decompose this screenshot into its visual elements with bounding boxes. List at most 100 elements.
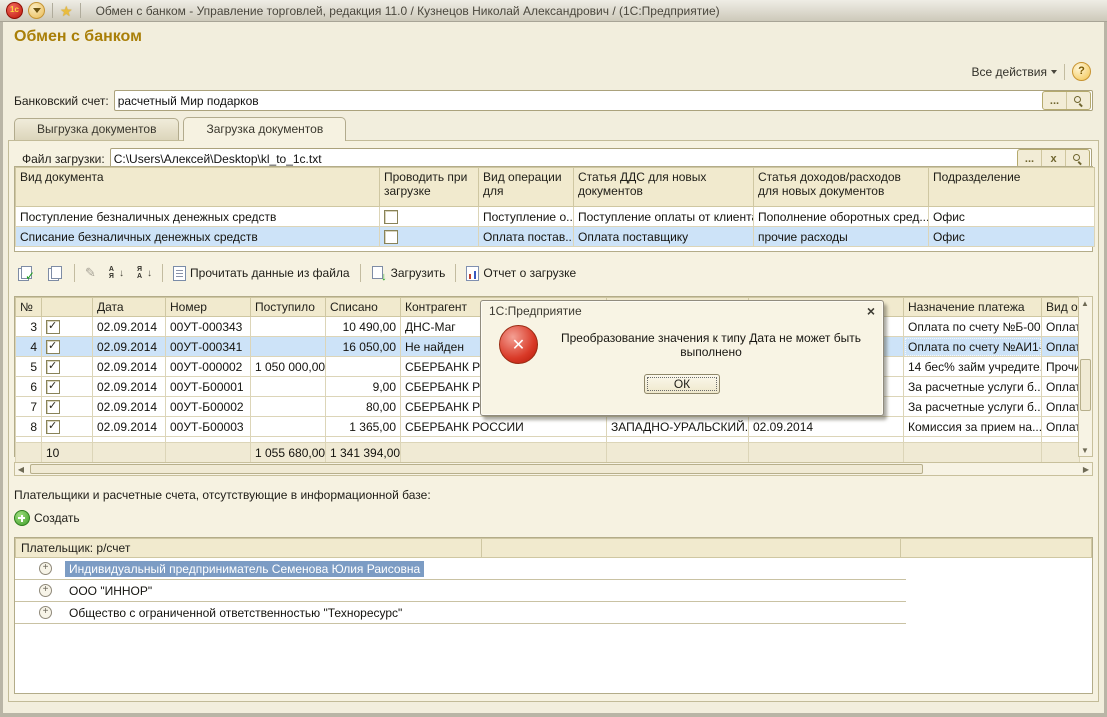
create-button[interactable]: Создать	[14, 510, 80, 526]
totals-cell[interactable]	[749, 443, 904, 463]
checkbox-cell[interactable]	[42, 357, 93, 377]
payment-purpose-cell[interactable]: За расчетные услуги б...	[904, 377, 1042, 397]
date-cell[interactable]: 02.09.2014	[93, 377, 166, 397]
checkbox-cell[interactable]	[42, 397, 93, 417]
operation-kind-cell[interactable]: Оплат	[1042, 337, 1080, 357]
check-all-button[interactable]	[14, 263, 37, 283]
totals-cell[interactable]	[16, 443, 42, 463]
number-cell[interactable]: 00УТ-000341	[166, 337, 251, 357]
load-report-button[interactable]: Отчет о загрузке	[463, 264, 579, 283]
totals-cell[interactable]	[401, 443, 607, 463]
payment-purpose-cell[interactable]: 14 бес% займ учредите...	[904, 357, 1042, 377]
written-off-cell[interactable]	[326, 357, 401, 377]
payer-row[interactable]: Индивидуальный предприниматель Семенова …	[15, 558, 906, 580]
payer-row[interactable]: Общество с ограниченной ответственностью…	[15, 602, 906, 624]
counterparty-bank-cell[interactable]: ЗАПАДНО-УРАЛЬСКИЙ...	[607, 417, 749, 437]
window-titlebar[interactable]: 1с ★ Обмен с банком - Управление торговл…	[0, 0, 1107, 22]
payer-name[interactable]: ООО "ИННОР"	[65, 583, 156, 599]
totals-cell[interactable]	[904, 443, 1042, 463]
bank-account-input[interactable]	[115, 93, 1042, 109]
payers-column-header[interactable]	[901, 538, 1092, 558]
number-cell[interactable]: 00УТ-Б00001	[166, 377, 251, 397]
sort-ascending-button[interactable]: АЯ↓	[106, 264, 127, 282]
column-header[interactable]: Списано	[326, 298, 401, 317]
operation-kind-cell[interactable]: Оплат	[1042, 377, 1080, 397]
payer-name[interactable]: Индивидуальный предприниматель Семенова …	[65, 561, 424, 577]
all-actions-button[interactable]: Все действия	[972, 65, 1057, 79]
row-checkbox[interactable]	[384, 210, 398, 224]
edit-button[interactable]: ✎	[82, 263, 99, 283]
operation-kind-cell[interactable]: Оплат	[1042, 417, 1080, 437]
operation-kind-cell[interactable]: Оплат	[1042, 317, 1080, 337]
main-menu-button[interactable]	[28, 2, 45, 19]
row-number-cell[interactable]: 8	[16, 417, 42, 437]
dds-item-cell[interactable]: Поступление оплаты от клиента	[574, 207, 754, 227]
horizontal-scrollbar[interactable]: ◀ ▶	[14, 462, 1093, 476]
column-header[interactable]: Вид операции для	[479, 168, 574, 207]
row-number-cell[interactable]: 6	[16, 377, 42, 397]
dialog-titlebar[interactable]: 1С:Предприятие ×	[481, 301, 883, 319]
load-file-input[interactable]	[111, 151, 1017, 167]
column-header[interactable]: №	[16, 298, 42, 317]
uncheck-all-button[interactable]	[44, 263, 67, 283]
operation-kind-cell[interactable]: Прочи	[1042, 357, 1080, 377]
tab-import-documents[interactable]: Загрузка документов	[183, 117, 346, 141]
payers-column-header[interactable]	[482, 538, 901, 558]
vertical-scrollbar[interactable]: ▲ ▼	[1078, 296, 1093, 457]
checkbox-cell[interactable]	[42, 377, 93, 397]
department-cell[interactable]: Офис	[929, 207, 1095, 227]
row-checkbox[interactable]	[384, 230, 398, 244]
written-off-cell[interactable]: 9,00	[326, 377, 401, 397]
column-header[interactable]: Поступило	[251, 298, 326, 317]
payer-row[interactable]: ООО "ИННОР"	[15, 580, 906, 602]
date-cell[interactable]: 02.09.2014	[93, 317, 166, 337]
totals-cell[interactable]	[166, 443, 251, 463]
dialog-close-icon[interactable]: ×	[867, 305, 875, 317]
row-checkbox[interactable]	[46, 400, 60, 414]
load-button[interactable]: Загрузить	[368, 264, 449, 283]
date-cell[interactable]: 02.09.2014	[93, 337, 166, 357]
number-cell[interactable]: 00УТ-Б00003	[166, 417, 251, 437]
load-file-browse-button[interactable]: ...	[1018, 150, 1041, 167]
payment-purpose-cell[interactable]: Оплата по счету №Б-00...	[904, 317, 1042, 337]
row-number-cell[interactable]: 5	[16, 357, 42, 377]
vertical-scrollbar-thumb[interactable]	[1080, 359, 1091, 411]
column-header[interactable]: Вид документа	[16, 168, 380, 207]
read-file-button[interactable]: Прочитать данные из файла	[170, 264, 353, 283]
row-number-cell[interactable]: 4	[16, 337, 42, 357]
help-button[interactable]: ?	[1072, 62, 1091, 81]
load-file-search-button[interactable]	[1065, 150, 1089, 167]
doc-type-cell[interactable]: Списание безналичных денежных средств	[16, 227, 380, 247]
income-expense-cell[interactable]: прочие расходы	[754, 227, 929, 247]
received-cell[interactable]	[251, 377, 326, 397]
payment-purpose-cell[interactable]: За расчетные услуги б...	[904, 397, 1042, 417]
operation-kind-cell[interactable]: Поступление о...	[479, 207, 574, 227]
written-off-cell[interactable]: 16 050,00	[326, 337, 401, 357]
payer-name[interactable]: Общество с ограниченной ответственностью…	[65, 605, 406, 621]
totals-cell[interactable]: 1 341 394,00	[326, 443, 401, 463]
date-cell[interactable]: 02.09.2014	[93, 397, 166, 417]
column-header[interactable]	[42, 298, 93, 317]
operation-kind-cell[interactable]: Оплата постав...	[479, 227, 574, 247]
row-checkbox[interactable]	[46, 360, 60, 374]
payment-row[interactable]: 802.09.201400УТ-Б000031 365,00СБЕРБАНК Р…	[16, 417, 1080, 437]
checkbox-cell[interactable]	[380, 227, 479, 247]
incoming-date-cell[interactable]: 02.09.2014	[749, 417, 904, 437]
doc-type-row[interactable]: Списание безналичных денежных средств Опл…	[16, 227, 1095, 247]
checkbox-cell[interactable]	[42, 417, 93, 437]
row-number-cell[interactable]: 3	[16, 317, 42, 337]
row-number-cell[interactable]: 7	[16, 397, 42, 417]
row-checkbox[interactable]	[46, 320, 60, 334]
dds-item-cell[interactable]: Оплата поставщику	[574, 227, 754, 247]
written-off-cell[interactable]: 10 490,00	[326, 317, 401, 337]
payment-purpose-cell[interactable]: Оплата по счету №АИ1-...	[904, 337, 1042, 357]
favorites-star-icon[interactable]: ★	[60, 4, 73, 18]
received-cell[interactable]	[251, 397, 326, 417]
totals-cell[interactable]: 1 055 680,00	[251, 443, 326, 463]
ok-button[interactable]: ОК	[644, 374, 720, 394]
row-checkbox[interactable]	[46, 420, 60, 434]
doc-type-cell[interactable]: Поступление безналичных денежных средств	[16, 207, 380, 227]
payment-purpose-cell[interactable]: Комиссия за прием на...	[904, 417, 1042, 437]
date-cell[interactable]: 02.09.2014	[93, 357, 166, 377]
column-header[interactable]: Дата	[93, 298, 166, 317]
